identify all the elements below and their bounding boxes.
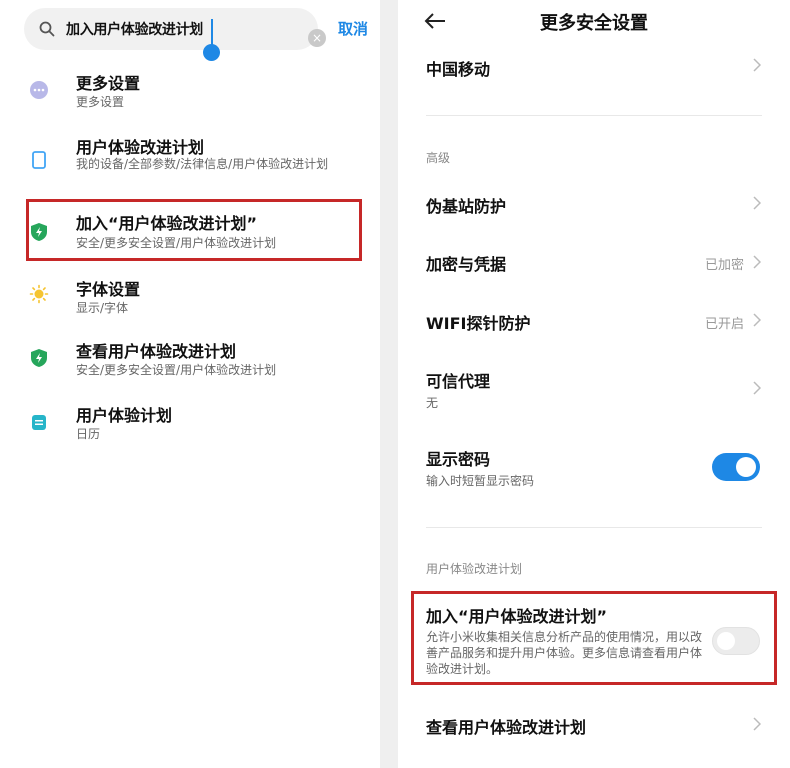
- row-title: 伪基站防护: [426, 197, 507, 216]
- divider: [426, 527, 762, 528]
- row-title: 显示密码: [426, 450, 491, 469]
- search-input[interactable]: 加入用户体验改进计划: [66, 19, 203, 39]
- chevron-right-icon: [753, 58, 761, 72]
- highlight-box: [411, 591, 777, 685]
- search-panel: 加入用户体验改进计划 × 取消 更多设置 更多设置 用户体验改进计划 我的设备/…: [0, 0, 380, 768]
- result-path: 安全/更多安全设置/用户体验改进计划: [76, 363, 277, 377]
- search-result-item[interactable]: 更多设置 更多设置: [0, 64, 380, 116]
- section-header: 用户体验改进计划: [426, 562, 523, 576]
- chevron-right-icon: [753, 255, 761, 269]
- result-title: 用户体验改进计划: [76, 138, 205, 157]
- text-cursor: [211, 19, 213, 47]
- result-title: 更多设置: [76, 74, 141, 93]
- result-path: 日历: [76, 427, 101, 441]
- settings-panel: 更多安全设置 中国移动 高级 伪基站防护 加密与凭据 已加密 WIFI探针防护 …: [398, 0, 790, 768]
- more-dots-icon: [30, 81, 48, 99]
- row-title: WIFI探针防护: [426, 314, 531, 333]
- toggle-knob: [736, 457, 756, 477]
- divider: [426, 115, 762, 116]
- search-box[interactable]: 加入用户体验改进计划 ×: [24, 8, 326, 50]
- search-result-item[interactable]: 查看用户体验改进计划 安全/更多安全设置/用户体验改进计划: [0, 332, 380, 384]
- chevron-right-icon: [753, 717, 761, 731]
- row-subtitle: 无: [426, 396, 439, 410]
- section-header: 高级: [426, 151, 451, 165]
- chevron-right-icon: [753, 313, 761, 327]
- row-title: 查看用户体验改进计划: [426, 718, 587, 737]
- sun-icon: [29, 284, 49, 304]
- text-cursor-handle[interactable]: [203, 44, 220, 61]
- calendar-icon: [32, 415, 46, 430]
- row-subtitle: 输入时短暂显示密码: [426, 474, 535, 488]
- row-title: 加密与凭据: [426, 255, 507, 274]
- result-title: 用户体验计划: [76, 406, 173, 425]
- phone-icon: [32, 151, 46, 169]
- result-title: 查看用户体验改进计划: [76, 342, 237, 361]
- row-title: 可信代理: [426, 372, 491, 391]
- clear-icon[interactable]: ×: [308, 29, 326, 47]
- result-path: 显示/字体: [76, 301, 129, 315]
- chevron-right-icon: [753, 196, 761, 210]
- row-value: 已开启: [704, 317, 744, 332]
- page-title: 更多安全设置: [540, 13, 648, 34]
- result-title: 字体设置: [76, 280, 141, 299]
- chevron-right-icon: [753, 381, 761, 395]
- result-path: 更多设置: [76, 95, 125, 109]
- cancel-button[interactable]: 取消: [338, 18, 368, 39]
- search-result-item[interactable]: 用户体验计划 日历: [0, 396, 380, 448]
- result-path: 我的设备/全部参数/法律信息/用户体验改进计划: [76, 157, 329, 171]
- highlight-box: [26, 199, 362, 261]
- row-title: 中国移动: [426, 60, 491, 79]
- row-value: 已加密: [704, 258, 744, 273]
- shield-icon: [31, 349, 47, 367]
- search-icon: [39, 21, 55, 37]
- show-password-toggle[interactable]: [712, 453, 760, 481]
- search-result-item[interactable]: 字体设置 显示/字体: [0, 270, 380, 322]
- search-result-item[interactable]: 用户体验改进计划 我的设备/全部参数/法律信息/用户体验改进计划: [0, 128, 380, 192]
